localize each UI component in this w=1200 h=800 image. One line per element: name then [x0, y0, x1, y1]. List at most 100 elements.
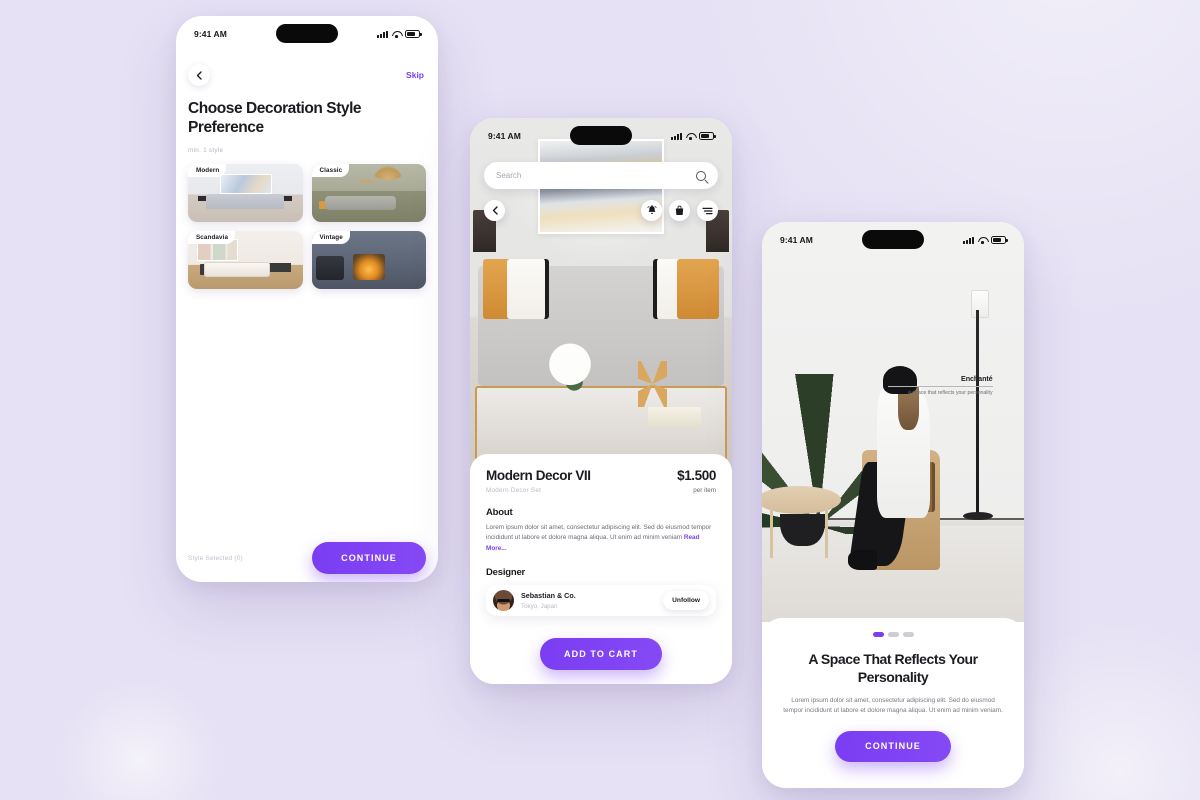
product-price-unit: per item — [693, 487, 716, 494]
style-card-label: Vintage — [311, 230, 350, 244]
poster-brand-block: Enchanté a space that reflects your pers… — [887, 374, 993, 398]
onboarding-sheet: A Space That Reflects Your Personality L… — [762, 618, 1024, 788]
lamp-base-decor — [962, 512, 993, 520]
page-subtitle: min. 1 style — [188, 146, 224, 154]
status-bar: 9:41 AM — [470, 118, 732, 154]
table-leg-decor — [769, 506, 773, 558]
poster-tagline: a space that reflects your personality — [908, 390, 993, 396]
chevron-left-icon — [196, 70, 202, 80]
status-indicators — [671, 132, 716, 140]
status-time: 9:41 AM — [194, 29, 227, 39]
selected-count-label: Style Selected (0) — [188, 554, 243, 562]
person-shoe-decor — [848, 550, 878, 570]
menu-button[interactable] — [697, 200, 718, 221]
phone-screen-product-detail: 9:41 AM Search Modern Decor VII Modern D… — [470, 118, 732, 684]
divider — [887, 386, 993, 387]
bell-icon — [646, 205, 657, 214]
product-tags: Modern Decor Set — [486, 487, 542, 494]
product-info-sheet: Modern Decor VII Modern Decor Set $1.500… — [470, 454, 732, 684]
search-container — [484, 162, 718, 189]
menu-icon — [702, 207, 713, 214]
product-hero: 9:41 AM — [470, 118, 732, 470]
battery-icon — [991, 236, 1008, 244]
search-bar[interactable] — [484, 162, 718, 189]
shopping-bag-icon — [675, 205, 684, 215]
product-header: Modern Decor VII Modern Decor Set $1.500… — [486, 468, 716, 494]
continue-button[interactable]: CONTINUE — [835, 730, 951, 762]
about-paragraph: Lorem ipsum dolor sit amet, consectetur … — [486, 524, 712, 542]
dynamic-island — [276, 24, 338, 43]
onboarding-hero: Enchanté a space that reflects your pers… — [762, 222, 1024, 622]
onboarding-body: Lorem ipsum dolor sit amet, consectetur … — [783, 696, 1003, 715]
star-ornament-decor — [637, 360, 667, 407]
style-card-vintage[interactable]: Vintage — [311, 230, 426, 289]
style-card-scandavia[interactable]: Scandavia — [188, 230, 303, 289]
battery-icon — [699, 132, 716, 140]
page-title: Choose Decoration Style Preference — [188, 100, 362, 136]
status-time: 9:41 AM — [488, 131, 521, 141]
product-name: Modern Decor VII — [486, 468, 591, 483]
designer-name: Sebastian & Co. — [521, 591, 576, 601]
phone-screen-onboarding: Enchanté a space that reflects your pers… — [762, 222, 1024, 788]
unfollow-button[interactable]: Unfollow — [663, 591, 709, 611]
status-indicators — [377, 30, 422, 38]
search-input[interactable] — [496, 171, 696, 180]
lamp-shade-decor — [970, 290, 989, 318]
about-heading: About — [486, 507, 513, 518]
battery-icon — [405, 30, 422, 38]
status-indicators — [963, 236, 1008, 244]
chevron-left-icon — [492, 206, 498, 215]
designer-heading: Designer — [486, 567, 526, 579]
status-bar: 9:41 AM — [176, 16, 438, 52]
pagination-dot-3[interactable] — [902, 632, 914, 637]
pillow-decor — [506, 258, 549, 319]
wifi-icon — [686, 132, 695, 140]
search-icon[interactable] — [696, 170, 706, 181]
back-button[interactable] — [484, 200, 505, 221]
designer-location: Tokyo, Japan — [521, 603, 558, 611]
pagination-dot-2[interactable] — [887, 632, 899, 637]
cellular-signal-icon — [671, 132, 682, 140]
style-grid: Modern Classic Scandavia Vintage — [188, 163, 426, 289]
hero-action-row — [484, 200, 718, 221]
add-to-cart-button[interactable]: ADD TO CART — [540, 638, 662, 670]
designer-card[interactable]: Sebastian & Co. Tokyo, Japan Unfollow — [486, 585, 716, 617]
onboarding-title: A Space That Reflects Your Personality — [808, 651, 978, 685]
wifi-icon — [392, 30, 401, 38]
cellular-signal-icon — [377, 30, 388, 38]
cellular-signal-icon — [963, 236, 974, 244]
style-card-label: Scandavia — [188, 230, 236, 244]
background-glow-bottom-left — [60, 680, 220, 800]
continue-button[interactable]: CONTINUE — [312, 542, 426, 574]
side-table-decor — [762, 486, 841, 514]
style-card-modern[interactable]: Modern — [188, 163, 303, 222]
avatar — [493, 590, 514, 612]
status-bar: 9:41 AM — [762, 222, 1024, 258]
style-card-classic[interactable]: Classic — [311, 163, 426, 222]
poster-brand-name: Enchanté — [961, 374, 993, 383]
books-decor — [648, 406, 701, 428]
back-button[interactable] — [188, 64, 210, 86]
about-text: Lorem ipsum dolor sit amet, consectetur … — [486, 523, 716, 554]
pillow-decor — [677, 258, 719, 319]
plant-pot-decor — [780, 514, 825, 546]
product-price: $1.500 — [677, 468, 716, 483]
dynamic-island — [570, 126, 632, 145]
phone-screen-style-preference: 9:41 AM Skip Choose Decoration Style Pre… — [176, 16, 438, 582]
footer-bar: Style Selected (0) CONTINUE — [188, 542, 426, 574]
notifications-button[interactable] — [641, 200, 662, 221]
dynamic-island — [862, 230, 924, 249]
style-card-label: Classic — [311, 163, 350, 177]
cart-button[interactable] — [669, 200, 690, 221]
table-leg-decor — [824, 506, 828, 558]
pagination-dots — [782, 632, 1004, 637]
background-ring-top-right — [860, 0, 1200, 220]
top-nav: Skip — [188, 60, 426, 90]
pagination-dot-1[interactable] — [872, 632, 884, 637]
status-time: 9:41 AM — [780, 235, 813, 245]
style-card-label: Modern — [188, 163, 227, 177]
wifi-icon — [978, 236, 987, 244]
flower-vase-decor — [548, 343, 591, 414]
floor-lamp-decor — [976, 310, 980, 518]
skip-button[interactable]: Skip — [406, 70, 426, 80]
